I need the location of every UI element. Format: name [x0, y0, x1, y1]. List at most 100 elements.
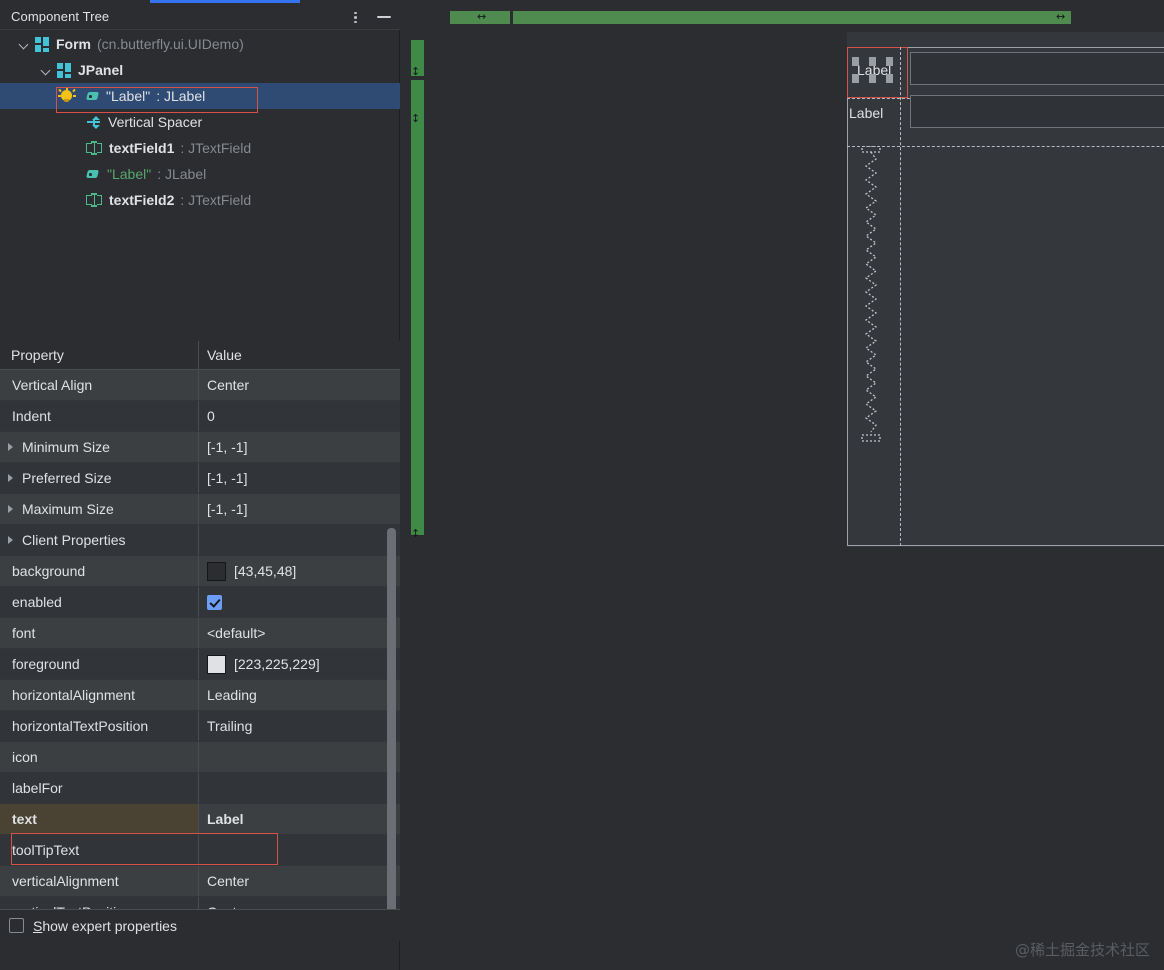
property-name: Preferred Size [22, 470, 112, 486]
tree-node-label: Vertical Spacer [108, 114, 203, 130]
tree-node-label: "Label" [107, 166, 152, 182]
property-name: horizontalTextPosition [12, 718, 149, 734]
show-expert-properties-label: Show expert properties [33, 918, 177, 934]
property-value: Trailing [207, 718, 253, 734]
table-row[interactable]: verticalAlignment Center [0, 866, 400, 897]
form-grid-icon [35, 36, 50, 52]
show-expert-properties-checkbox[interactable] [9, 918, 24, 933]
vertical-spacer-icon [86, 115, 101, 130]
table-row[interactable]: Vertical Align Center [0, 370, 400, 401]
form-surface[interactable]: Label Label [847, 32, 1164, 547]
property-value: [-1, -1] [207, 439, 248, 455]
row-resize-handle-2[interactable]: ↕ [411, 113, 420, 124]
property-value: 0 [207, 408, 215, 424]
table-row[interactable]: horizontalTextPosition Trailing [0, 711, 400, 742]
column-resize-handle-2[interactable]: ↔ [1056, 11, 1065, 22]
table-row[interactable]: Maximum Size [-1, -1] [0, 494, 400, 525]
property-name: horizontalAlignment [12, 687, 135, 703]
table-row[interactable]: toolTipText [0, 835, 400, 866]
property-value: [223,225,229] [234, 656, 320, 672]
tree-node-textfield2[interactable]: textField2 : JTextField [0, 187, 400, 213]
tree-node-type: : JTextField [180, 192, 252, 208]
table-row[interactable]: horizontalAlignment Leading [0, 680, 400, 711]
label-rest: how expert properties [42, 917, 177, 934]
table-row[interactable]: enabled [0, 587, 400, 618]
expand-arrow-icon[interactable] [8, 505, 13, 513]
row-resize-handle-3[interactable]: ↕ [411, 528, 420, 539]
table-row[interactable]: Minimum Size [-1, -1] [0, 432, 400, 463]
chevron-down-icon[interactable] [18, 38, 31, 51]
column-header-value: Value [198, 340, 400, 370]
tree-node-label-selected[interactable]: "Label" : JLabel [0, 83, 400, 109]
tree-node-textfield1[interactable]: textField1 : JTextField [0, 135, 400, 161]
designer-textfield-2[interactable] [910, 95, 1164, 128]
grid-dash-column [900, 47, 901, 546]
scrollbar-thumb[interactable] [387, 528, 396, 938]
property-name: Vertical Align [12, 377, 93, 393]
property-scrollbar[interactable] [387, 370, 398, 941]
mnemonic-char: S [33, 917, 43, 934]
column-resize-handle-1[interactable]: ↔ [477, 11, 486, 22]
property-name: background [12, 563, 86, 579]
table-row-text-selected[interactable]: text Label [0, 804, 400, 835]
more-vertical-icon[interactable] [348, 9, 362, 25]
table-row[interactable]: foreground [223,225,229] [0, 649, 400, 680]
designer-textfield-1[interactable] [910, 52, 1164, 85]
vertical-spacer-component[interactable] [860, 145, 882, 442]
property-table-body[interactable]: Vertical Align Center Indent 0 Minimum S… [0, 370, 400, 941]
table-row[interactable]: background [43,45,48] [0, 556, 400, 587]
tree-node-label: textField2 [109, 192, 175, 208]
expand-arrow-icon[interactable] [8, 536, 13, 544]
form-designer-canvas[interactable]: ↔ ↔ ↕ ↕ ↕ Label Label @稀土掘金技术社区 [400, 0, 1164, 970]
table-row[interactable]: labelFor [0, 773, 400, 804]
show-expert-properties-row[interactable]: Show expert properties [0, 909, 400, 941]
expand-arrow-icon[interactable] [8, 474, 13, 482]
designer-selection-outline [847, 47, 908, 98]
chevron-down-icon[interactable] [40, 64, 53, 77]
tree-node-vertical-spacer[interactable]: Vertical Spacer [0, 109, 400, 135]
minimize-icon[interactable] [376, 10, 392, 24]
tree-node-label2[interactable]: "Label" : JLabel [0, 161, 400, 187]
property-name: icon [12, 749, 38, 765]
property-name: toolTipText [12, 842, 80, 858]
property-name: Maximum Size [22, 501, 114, 517]
row-resize-handle-1[interactable]: ↕ [411, 66, 420, 77]
table-row[interactable]: Client Properties [0, 525, 400, 556]
property-name: Indent [12, 408, 51, 424]
property-name: foreground [12, 656, 80, 672]
property-value: <default> [207, 625, 266, 641]
table-row[interactable]: icon [0, 742, 400, 773]
enabled-checkbox[interactable] [207, 594, 222, 610]
tree-node-label: textField1 [109, 140, 175, 156]
row-rail-2[interactable] [411, 80, 424, 535]
designer-label-2[interactable]: Label [849, 105, 883, 121]
property-name: verticalAlignment [12, 873, 119, 889]
table-row[interactable]: font <default> [0, 618, 400, 649]
color-swatch[interactable] [207, 561, 226, 581]
property-name: Client Properties [22, 532, 126, 548]
color-swatch[interactable] [207, 654, 226, 674]
property-name: text [0, 804, 198, 834]
form-grid-icon [57, 62, 72, 78]
lightbulb-icon[interactable] [58, 87, 76, 105]
left-tool-window: Component Tree Form (cn.butterfly.ui.UID… [0, 3, 400, 970]
property-value[interactable]: Label [207, 811, 244, 827]
expand-arrow-icon[interactable] [8, 443, 13, 451]
column-rail-2[interactable] [513, 11, 1071, 24]
tree-node-type: : JLabel [157, 166, 207, 182]
table-row[interactable]: Preferred Size [-1, -1] [0, 463, 400, 494]
tree-node-jpanel[interactable]: JPanel [0, 57, 400, 83]
panel-title: Component Tree [11, 9, 110, 24]
tree-node-label: JPanel [78, 62, 124, 78]
property-value: [-1, -1] [207, 501, 248, 517]
component-tree[interactable]: Form (cn.butterfly.ui.UIDemo) JPanel "La… [0, 31, 400, 341]
property-name: enabled [12, 594, 62, 610]
property-table-header: Property Value [0, 340, 400, 370]
property-name: Minimum Size [22, 439, 110, 455]
tree-node-form[interactable]: Form (cn.butterfly.ui.UIDemo) [0, 31, 400, 57]
property-name: font [12, 625, 36, 641]
property-value: Center [207, 377, 250, 393]
tree-node-type: (cn.butterfly.ui.UIDemo) [97, 36, 244, 52]
component-tree-header: Component Tree [0, 3, 400, 30]
table-row[interactable]: Indent 0 [0, 401, 400, 432]
